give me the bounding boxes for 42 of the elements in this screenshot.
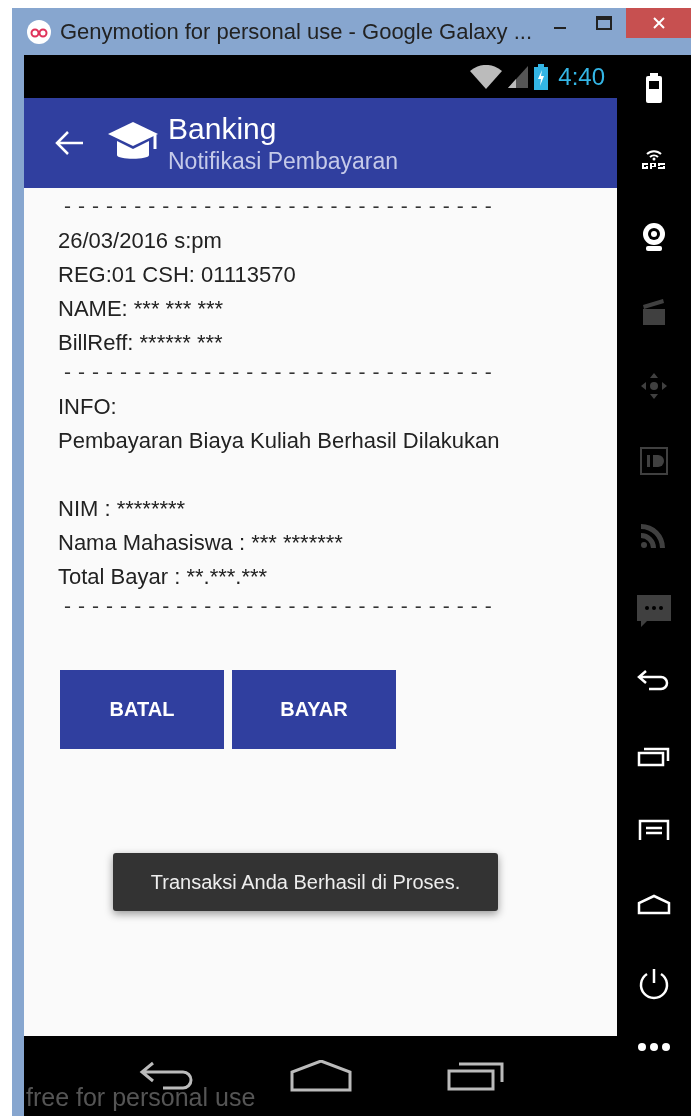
back-icon xyxy=(637,669,671,693)
dashed-separator: - - - - - - - - - - - - - - - - - - - - - - - - - - - - - - - xyxy=(64,360,494,385)
receipt-line: NIM : ******** xyxy=(58,495,187,523)
close-button[interactable] xyxy=(626,8,691,38)
id-icon xyxy=(639,445,669,476)
back-button[interactable] xyxy=(54,130,84,156)
pay-button[interactable]: BAYAR xyxy=(232,670,396,749)
dpad-icon xyxy=(639,371,669,401)
receipt-line: BillReff: ****** *** xyxy=(58,329,224,357)
app-logo-icon xyxy=(26,18,52,45)
battery-icon xyxy=(645,73,663,103)
app-title: Banking xyxy=(168,111,278,146)
home-icon xyxy=(637,892,671,915)
webcam-icon xyxy=(641,222,667,252)
power-icon xyxy=(637,967,671,1001)
cancel-button[interactable]: BATAL xyxy=(60,670,224,749)
receipt-line: Nama Mahasiswa : *** ******* xyxy=(58,529,344,557)
receipt-line: NAME: *** *** *** xyxy=(58,295,225,323)
signal-icon xyxy=(508,65,529,88)
app-subtitle: Notifikasi Pembayaran xyxy=(168,147,399,175)
overlay-text: free for personal use xyxy=(26,1083,256,1112)
home-nav-button[interactable] xyxy=(289,1060,352,1092)
receipt-line: Pembayaran Biaya Kuliah Berhasil Dilakukan xyxy=(58,427,501,455)
maximize-icon xyxy=(596,16,612,30)
receipt-line: REG:01 CSH: 01113570 xyxy=(58,261,297,289)
message-icon xyxy=(637,594,671,627)
minimize-icon xyxy=(554,27,566,29)
receipt-line: Total Bayar : **.***.*** xyxy=(58,563,269,591)
dashed-separator: - - - - - - - - - - - - - - - - - - - - - - - - - - - - - - - xyxy=(64,594,494,619)
dashed-separator: - - - - - - - - - - - - - - - - - - - - - - - - - - - - - - - xyxy=(64,194,494,219)
toast-message: Transaksi Anda Berhasil di Proses. xyxy=(113,853,498,911)
wifi-icon xyxy=(470,64,503,89)
receipt-line: 26/03/2016 s:pm xyxy=(58,227,223,255)
close-icon xyxy=(651,16,666,30)
more-icon xyxy=(637,1041,671,1052)
battery-charging-icon xyxy=(534,63,549,90)
clock-time: 4:40 xyxy=(558,62,605,91)
recent-apps-nav-button[interactable] xyxy=(446,1061,505,1091)
clapper-icon xyxy=(641,296,667,327)
window-title: Genymotion for personal use - Google Galaxy ... xyxy=(60,18,532,45)
menu-icon xyxy=(637,818,671,842)
receipt-line: INFO: xyxy=(58,393,118,421)
